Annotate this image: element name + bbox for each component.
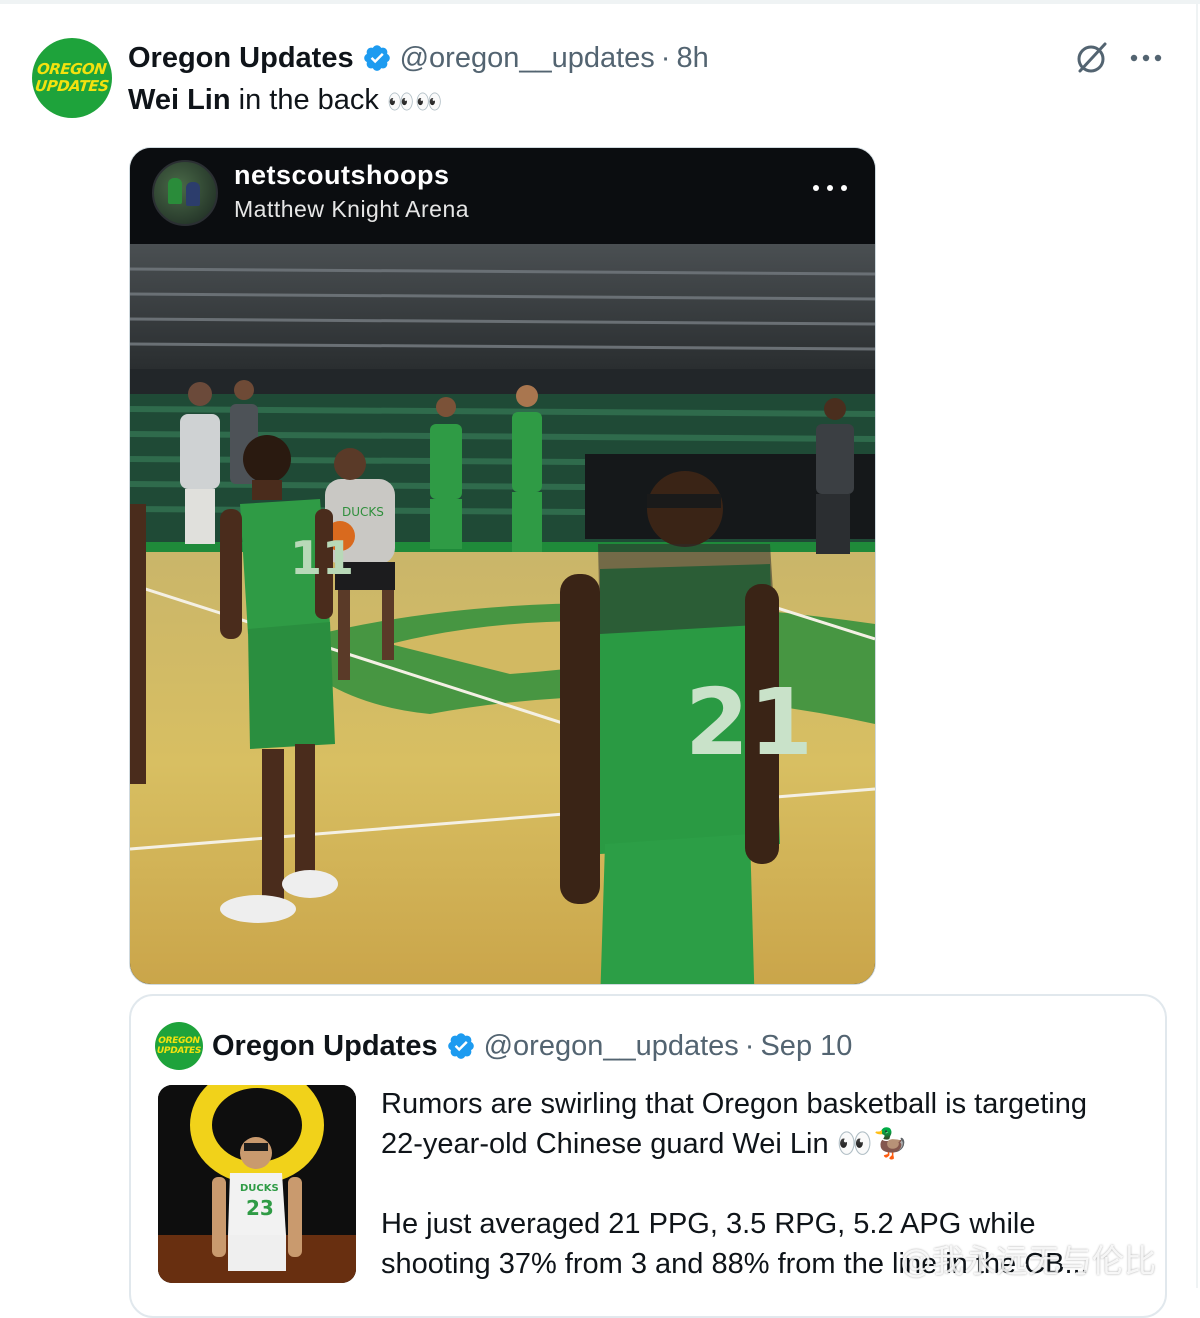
post-text-rest: in the back [230,84,387,116]
right-divider [1196,0,1198,1288]
post-header: Oregon Updates @oregon__updates · 8h [128,38,709,78]
instagram-header: netscoutshoops Matthew Knight Arena [130,148,875,244]
instagram-location: Matthew Knight Arena [234,196,470,222]
watermark: @我永远无与伦比 [900,1242,1157,1280]
verified-badge-icon [447,1033,474,1059]
jersey-number-21: 21 [685,669,813,776]
quoted-separator-dot: · [744,1029,755,1062]
quoted-avatar-line-2: UPDATES [156,1046,202,1056]
avatar-line-1: OREGON [36,60,108,78]
media-card[interactable]: netscoutshoops Matthew Knight Arena DUCK… [129,147,876,985]
post-text: Wei Lin in the back 👀👀 [128,84,444,117]
quoted-author-name: Oregon Updates [212,1029,438,1062]
author-name[interactable]: Oregon Updates [128,42,354,75]
quoted-avatar-line-1: OREGON [158,1036,200,1046]
quoted-thumbnail[interactable]: DUCKS 23 [158,1085,356,1283]
more-icon[interactable] [1128,48,1164,68]
quoted-thumbnail-image: DUCKS 23 [158,1085,356,1283]
instagram-more-icon [813,185,847,191]
practice-photo: DUCKS 11 21 [130,244,875,984]
instagram-username: netscoutshoops [234,160,450,190]
quoted-post-date: Sep 10 [760,1029,853,1062]
author-avatar[interactable]: OREGON UPDATES [32,38,112,118]
thumb-jersey-number: 23 [246,1196,274,1220]
top-divider [0,0,1200,4]
avatar-line-2: UPDATES [34,77,110,95]
grok-icon[interactable] [1074,40,1110,76]
jersey-number-11: 11 [290,531,354,585]
verified-badge-icon[interactable] [362,43,392,73]
eyes-emoji: 👀👀 [386,89,444,114]
quoted-text-line-1: Rumors are swirling that Oregon basketba… [381,1088,1087,1120]
post-text-bold[interactable]: Wei Lin [128,84,231,116]
hoodie-text: DUCKS [342,505,384,519]
quoted-author-avatar[interactable]: OREGON UPDATES [155,1022,203,1070]
separator-dot: · [660,41,671,74]
instagram-avatar [152,160,218,226]
quoted-author-handle: @oregon__updates [483,1029,739,1062]
quoted-text-line-2: 22-year-old Chinese guard Wei Lin 👀🦆 [381,1128,909,1160]
post-time[interactable]: 8h [676,42,708,75]
thumb-jersey-text: DUCKS [240,1183,279,1194]
author-handle[interactable]: @oregon__updates [400,42,655,75]
quoted-post-header: Oregon Updates @oregon__updates · Sep 10 [212,1026,852,1066]
